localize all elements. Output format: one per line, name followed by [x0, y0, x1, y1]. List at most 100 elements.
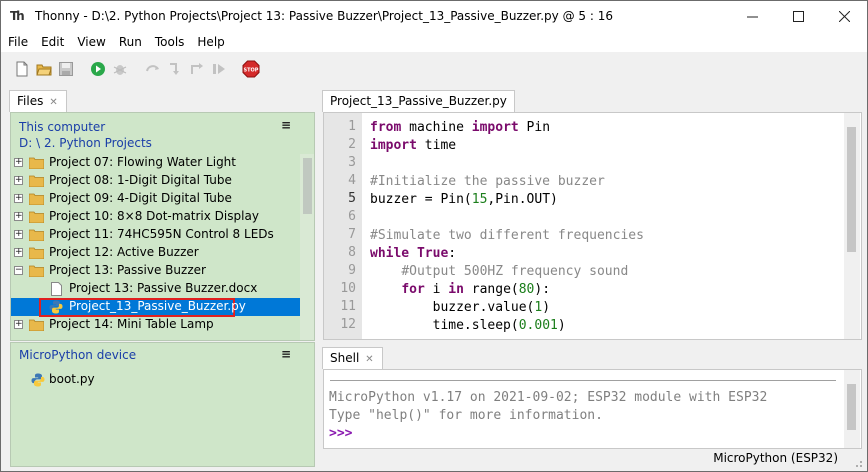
- tree-row-label: Project 11: 74HC595N Control 8 LEDs: [49, 227, 274, 241]
- shell-prompt[interactable]: >>>: [329, 426, 352, 441]
- line-number: 5: [348, 191, 356, 206]
- tree-row-project-13[interactable]: − Project 13: Passive Buzzer: [11, 262, 300, 280]
- debug-icon[interactable]: [112, 61, 128, 77]
- line-number-gutter: 1 2 3 4 5 6 7 8 9 10 11 12: [324, 113, 362, 339]
- tree-row-label: Project 10: 8×8 Dot-matrix Display: [49, 209, 259, 223]
- collapse-icon[interactable]: −: [14, 266, 23, 275]
- expand-icon[interactable]: +: [14, 212, 23, 221]
- open-file-icon[interactable]: [36, 61, 52, 77]
- folder-icon: [29, 211, 44, 223]
- line-number: 11: [340, 299, 356, 314]
- tree-row-label: Project 08: 1-Digit Digital Tube: [49, 173, 232, 187]
- minimize-button[interactable]: [729, 1, 775, 32]
- document-icon: [51, 282, 62, 296]
- shell-line-2: Type "help()" for more information.: [329, 408, 603, 423]
- location-path[interactable]: D: \ 2. Python Projects: [19, 135, 314, 151]
- close-icon[interactable]: ✕: [365, 354, 373, 365]
- files-location: This computer D: \ 2. Python Projects ≡: [11, 113, 314, 153]
- expand-icon[interactable]: +: [14, 320, 23, 329]
- save-icon[interactable]: [58, 61, 74, 77]
- editor-tab-label: Project_13_Passive_Buzzer.py: [330, 94, 507, 108]
- folder-icon: [29, 175, 44, 187]
- editor-scrollbar[interactable]: [844, 113, 860, 339]
- tree-row-project-14[interactable]: + Project 14: Mini Table Lamp: [11, 316, 300, 334]
- shell-separator: [330, 380, 836, 381]
- line-number: 2: [348, 137, 356, 152]
- run-icon[interactable]: [90, 61, 106, 77]
- menu-edit[interactable]: Edit: [41, 35, 64, 49]
- shell-tab-label: Shell: [330, 351, 360, 365]
- line-number: 9: [348, 263, 356, 278]
- thonny-window: Th Thonny - D:\2. Python Projects\Projec…: [0, 0, 868, 472]
- tab-editor-file[interactable]: Project_13_Passive_Buzzer.py: [322, 90, 515, 112]
- line-number: 8: [348, 245, 356, 260]
- editor-scrollbar-thumb[interactable]: [847, 127, 856, 252]
- shell-scrollbar[interactable]: [844, 370, 860, 448]
- menu-view[interactable]: View: [77, 35, 105, 49]
- location-title[interactable]: This computer: [19, 119, 314, 135]
- device-panel-menu-icon[interactable]: ≡: [281, 347, 291, 361]
- tree-row-project-10[interactable]: + Project 10: 8×8 Dot-matrix Display: [11, 208, 300, 226]
- files-panel: This computer D: \ 2. Python Projects ≡ …: [10, 112, 315, 341]
- files-scrollbar-thumb[interactable]: [303, 158, 312, 214]
- file-tree: + Project 07: Flowing Water Light + Proj…: [11, 154, 300, 334]
- close-icon: [838, 11, 850, 22]
- title-bar: Th Thonny - D:\2. Python Projects\Projec…: [1, 1, 867, 32]
- maximize-icon: [792, 11, 804, 22]
- maximize-button[interactable]: [775, 1, 821, 32]
- tree-row-label: Project 07: Flowing Water Light: [49, 155, 236, 169]
- interpreter-status[interactable]: MicroPython (ESP32): [713, 451, 838, 465]
- menu-file[interactable]: File: [8, 35, 28, 49]
- expand-icon[interactable]: +: [14, 230, 23, 239]
- tree-row-project-11[interactable]: + Project 11: 74HC595N Control 8 LEDs: [11, 226, 300, 244]
- line-number: 6: [348, 209, 356, 224]
- shell-scrollbar-thumb[interactable]: [847, 384, 856, 430]
- toolbar: STOP: [1, 53, 867, 85]
- python-file-icon: [31, 373, 45, 387]
- close-icon[interactable]: ✕: [49, 97, 57, 108]
- tree-row-selected-py-file[interactable]: Project_13_Passive_Buzzer.py: [11, 298, 300, 317]
- code-text[interactable]: from machine import Pin import time #Ini…: [370, 119, 644, 335]
- tree-row-label: Project 09: 4-Digit Digital Tube: [49, 191, 232, 205]
- folder-icon: [29, 247, 44, 259]
- tree-row-label: Project 13: Passive Buzzer.docx: [69, 281, 258, 295]
- resize-grip-icon[interactable]: [853, 458, 863, 468]
- folder-icon: [29, 229, 44, 241]
- expand-icon[interactable]: +: [14, 176, 23, 185]
- tab-shell[interactable]: Shell ✕: [322, 347, 383, 369]
- files-panel-menu-icon[interactable]: ≡: [281, 117, 291, 133]
- expand-icon[interactable]: +: [14, 158, 23, 167]
- shell-output: MicroPython v1.17 on 2021-09-02; ESP32 m…: [329, 389, 767, 443]
- close-button[interactable]: [821, 1, 867, 32]
- line-number: 4: [348, 173, 356, 188]
- shell-line-1: MicroPython v1.17 on 2021-09-02; ESP32 m…: [329, 390, 768, 405]
- tree-row-docx-file[interactable]: Project 13: Passive Buzzer.docx: [11, 280, 300, 298]
- tab-files-label: Files: [17, 94, 44, 108]
- menu-run[interactable]: Run: [119, 35, 142, 49]
- micropython-device-panel: MicroPython device ≡ boot.py: [10, 342, 315, 467]
- tree-row-project-09[interactable]: + Project 09: 4-Digit Digital Tube: [11, 190, 300, 208]
- tree-row-project-07[interactable]: + Project 07: Flowing Water Light: [11, 154, 300, 172]
- step-into-icon[interactable]: [167, 61, 183, 77]
- step-out-icon[interactable]: [189, 61, 205, 77]
- line-number: 10: [340, 281, 356, 296]
- expand-icon[interactable]: +: [14, 194, 23, 203]
- menu-help[interactable]: Help: [197, 35, 224, 49]
- folder-icon: [29, 157, 44, 169]
- stop-icon[interactable]: STOP: [242, 60, 260, 78]
- tab-files[interactable]: Files ✕: [9, 90, 67, 112]
- shell-console[interactable]: MicroPython v1.17 on 2021-09-02; ESP32 m…: [323, 369, 862, 449]
- resume-icon[interactable]: [211, 61, 227, 77]
- line-number: 7: [348, 227, 356, 242]
- tree-row-project-12[interactable]: + Project 12: Active Buzzer: [11, 244, 300, 262]
- tree-row-project-08[interactable]: + Project 08: 1-Digit Digital Tube: [11, 172, 300, 190]
- files-scrollbar[interactable]: [300, 154, 314, 340]
- menu-tools[interactable]: Tools: [155, 35, 185, 49]
- folder-icon: [29, 193, 44, 205]
- expand-icon[interactable]: +: [14, 248, 23, 257]
- tree-row-label: Project_13_Passive_Buzzer.py: [69, 299, 246, 313]
- code-editor[interactable]: 1 2 3 4 5 6 7 8 9 10 11 12 from machine …: [323, 112, 862, 340]
- new-file-icon[interactable]: [14, 61, 30, 77]
- python-file-icon: [49, 300, 63, 314]
- step-over-icon[interactable]: [145, 61, 161, 77]
